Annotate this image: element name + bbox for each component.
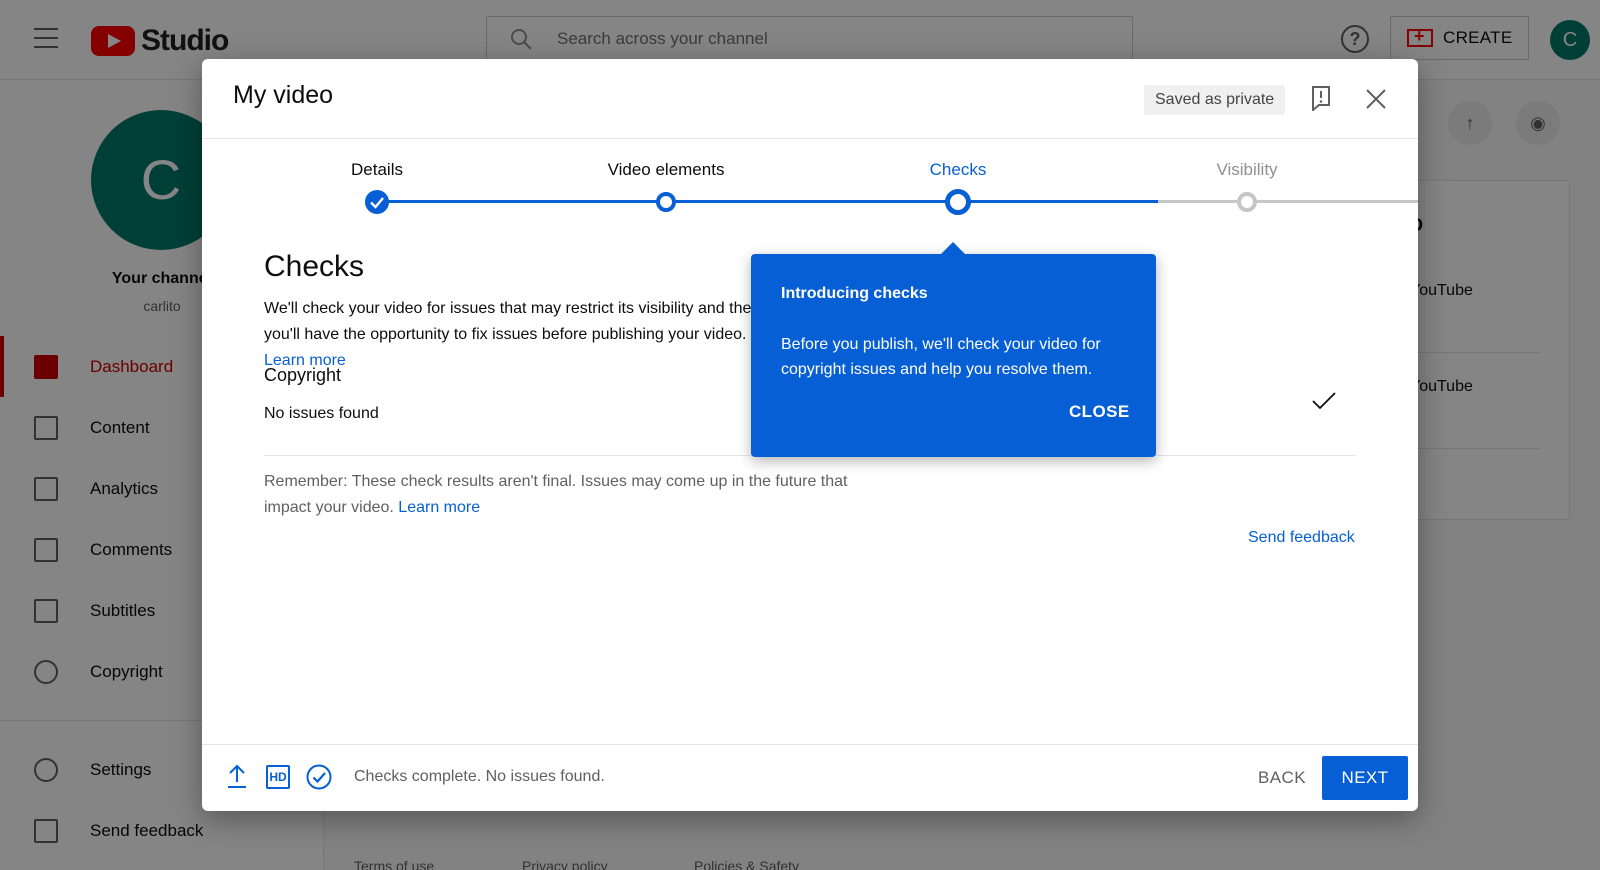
dialog-footer: HD Checks complete. No issues found. BAC… — [202, 744, 1418, 811]
close-icon[interactable] — [1364, 87, 1388, 111]
remember-learn-more-link[interactable]: Learn more — [398, 499, 480, 516]
section-description-text: We'll check your video for issues that m… — [264, 300, 761, 343]
step-video-elements-dot[interactable] — [656, 192, 676, 212]
copyright-status: No issues found — [264, 405, 379, 422]
introducing-checks-tooltip: Introducing checks Before you publish, w… — [751, 242, 1156, 457]
back-button[interactable]: BACK — [1242, 756, 1322, 800]
next-button[interactable]: NEXT — [1322, 756, 1408, 800]
tooltip-body: Before you publish, we'll check your vid… — [781, 336, 1101, 378]
copyright-title: Copyright — [264, 365, 342, 385]
send-feedback-link[interactable]: Send feedback — [1248, 529, 1355, 547]
section-title: Checks — [264, 250, 365, 283]
report-flag-icon[interactable] — [1310, 85, 1332, 111]
dialog-title: My video — [233, 81, 334, 109]
check-icon — [1312, 392, 1336, 410]
remember-text: Remember: These check results aren't fin… — [264, 473, 848, 516]
step-visibility-label[interactable]: Visibility — [1216, 160, 1277, 180]
stepper-remaining-line — [1158, 200, 1418, 203]
tooltip-title: Introducing checks — [781, 285, 928, 302]
dialog-header: My video Saved as private — [202, 59, 1418, 139]
saved-status-badge: Saved as private — [1144, 85, 1286, 115]
step-checks-dot[interactable] — [945, 189, 971, 215]
tooltip-close-button[interactable]: CLOSE — [1069, 402, 1130, 422]
upload-stepper: Details Video elements Checks Visibility — [202, 139, 1418, 239]
step-details-done[interactable] — [365, 190, 389, 214]
step-visibility-dot[interactable] — [1237, 192, 1257, 212]
step-checks-label[interactable]: Checks — [930, 160, 987, 180]
stepper-progress-line — [377, 200, 1158, 203]
step-details-label[interactable]: Details — [351, 160, 403, 180]
step-video-elements-label[interactable]: Video elements — [608, 160, 725, 180]
remember-note: Remember: These check results aren't fin… — [264, 469, 884, 521]
checks-complete-icon — [306, 764, 332, 790]
upload-icon — [228, 764, 246, 788]
checkmark-icon — [370, 197, 384, 209]
hd-icon: HD — [266, 765, 290, 789]
section-description: We'll check your video for issues that m… — [264, 296, 764, 374]
footer-status-text: Checks complete. No issues found. — [354, 768, 605, 785]
